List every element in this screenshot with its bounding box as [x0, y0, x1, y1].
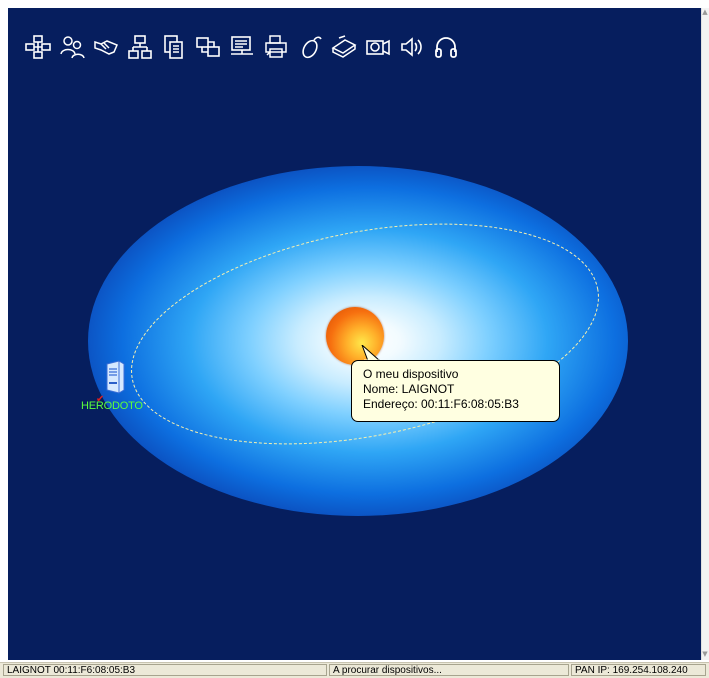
people-icon[interactable]: [58, 33, 86, 61]
scanner-icon[interactable]: [330, 33, 358, 61]
lan-icon[interactable]: [126, 33, 154, 61]
status-device: LAIGNOT 00:11:F6:08:05:B3: [3, 664, 327, 676]
tooltip-name: Nome: LAIGNOT: [363, 382, 455, 396]
serial-port-icon[interactable]: [194, 33, 222, 61]
tooltip-address: Endereço: 00:11:F6:08:05:B3: [363, 397, 519, 411]
bluetooth-neighborhood-view[interactable]: ✔ HERODOTO O meu dispositivo Nome: LAIGN…: [8, 8, 701, 660]
status-bar: LAIGNOT 00:11:F6:08:05:B3 A procurar dis…: [0, 662, 709, 678]
audio-icon[interactable]: [398, 33, 426, 61]
fax-icon[interactable]: [228, 33, 256, 61]
vertical-scrollbar[interactable]: [701, 8, 709, 660]
computer-icon[interactable]: [104, 360, 126, 394]
headset-icon[interactable]: [432, 33, 460, 61]
device-tooltip: O meu dispositivo Nome: LAIGNOT Endereço…: [351, 360, 560, 422]
status-pan-ip: PAN IP: 169.254.108.240: [571, 664, 706, 676]
camera-icon[interactable]: [364, 33, 392, 61]
mouse-icon[interactable]: [296, 33, 324, 61]
printer-icon[interactable]: [262, 33, 290, 61]
handshake-icon[interactable]: [92, 33, 120, 61]
tooltip-title: O meu dispositivo: [363, 367, 459, 381]
service-toolbar: [24, 30, 460, 64]
network-icon[interactable]: [24, 33, 52, 61]
scroll-down-icon[interactable]: ▼: [701, 650, 709, 658]
status-activity: A procurar dispositivos...: [329, 664, 569, 676]
remote-device-label[interactable]: HERODOTO: [81, 400, 143, 412]
scroll-up-icon[interactable]: ▲: [701, 8, 709, 16]
document-transfer-icon[interactable]: [160, 33, 188, 61]
